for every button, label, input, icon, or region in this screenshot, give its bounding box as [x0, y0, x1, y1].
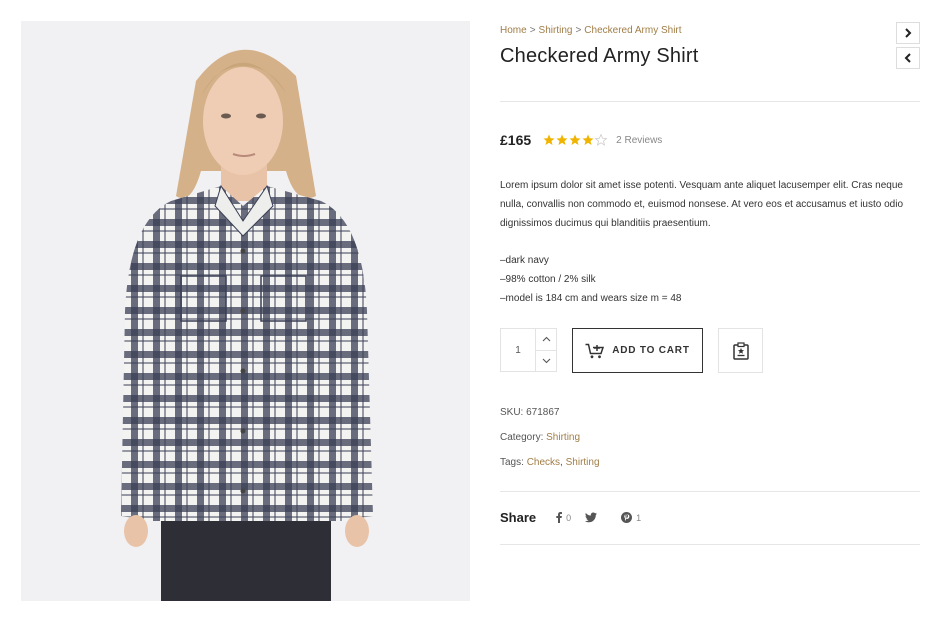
quantity-stepper	[500, 328, 557, 372]
divider	[500, 101, 920, 102]
share-label: Share	[500, 510, 537, 525]
category-row: Category: Shirting	[500, 432, 580, 443]
feature-item: –dark navy	[500, 255, 549, 266]
category-link[interactable]: Shirting	[546, 432, 580, 443]
breadcrumb: Home > Shirting > Checkered Army Shirt	[500, 25, 682, 36]
divider	[500, 491, 920, 492]
star-filled-icon	[556, 134, 568, 145]
prev-product-button[interactable]	[896, 47, 920, 69]
sku-value: 671867	[526, 407, 560, 418]
twitter-share-button[interactable]	[585, 512, 598, 523]
star-empty-icon	[595, 134, 608, 146]
sku-row: SKU: 671867	[500, 407, 560, 418]
chevron-right-icon	[905, 28, 912, 38]
breadcrumb-separator: >	[575, 25, 582, 36]
price-rating-row: £165 2 Reviews	[500, 132, 662, 148]
wishlist-button[interactable]	[718, 328, 763, 373]
pinterest-share-button[interactable]: 1	[621, 512, 641, 523]
breadcrumb-current: Checkered Army Shirt	[584, 25, 682, 36]
quantity-arrows	[535, 329, 556, 371]
breadcrumb-separator: >	[529, 25, 536, 36]
product-description: Lorem ipsum dolor sit amet isse potenti.…	[500, 180, 904, 229]
divider	[500, 544, 920, 545]
share-row: Share 0 1	[500, 510, 655, 525]
next-product-button[interactable]	[896, 22, 920, 44]
star-filled-icon	[543, 134, 555, 145]
add-to-cart-label: ADD TO CART	[612, 345, 690, 356]
clipboard-star-icon	[732, 341, 749, 360]
tag-link[interactable]: Checks	[527, 457, 560, 468]
twitter-icon	[585, 512, 598, 523]
star-rating	[543, 134, 608, 146]
facebook-icon	[556, 512, 563, 523]
product-features: –dark navy –98% cotton / 2% silk –model …	[500, 251, 681, 308]
star-filled-icon	[569, 134, 581, 145]
chevron-left-icon	[904, 53, 911, 63]
product-title: Checkered Army Shirt	[500, 45, 699, 67]
feature-item: –98% cotton / 2% silk	[500, 274, 596, 285]
product-photo	[121, 49, 373, 601]
pinterest-icon	[621, 512, 633, 523]
product-image[interactable]	[21, 21, 470, 601]
tag-separator: ,	[560, 457, 563, 468]
quantity-input[interactable]	[501, 329, 535, 371]
category-label: Category:	[500, 432, 544, 443]
chevron-up-icon	[542, 336, 550, 342]
cart-plus-icon	[585, 343, 605, 358]
breadcrumb-shirting[interactable]: Shirting	[539, 25, 573, 36]
product-navigation	[896, 22, 920, 72]
sku-label: SKU:	[500, 407, 524, 418]
product-price: £165	[500, 132, 532, 148]
facebook-share-button[interactable]: 0	[556, 512, 571, 523]
tag-link[interactable]: Shirting	[566, 457, 600, 468]
add-to-cart-button[interactable]: ADD TO CART	[572, 328, 703, 373]
quantity-decrease-button[interactable]	[536, 349, 556, 372]
quantity-increase-button[interactable]	[536, 329, 556, 350]
facebook-count: 0	[566, 512, 572, 523]
tags-row: Tags: Checks, Shirting	[500, 457, 600, 468]
star-filled-icon	[582, 134, 594, 145]
feature-item: –model is 184 cm and wears size m = 48	[500, 293, 682, 304]
tags-label: Tags:	[500, 457, 524, 468]
pinterest-count: 1	[636, 512, 642, 523]
chevron-down-icon	[542, 358, 550, 364]
breadcrumb-home[interactable]: Home	[500, 25, 527, 36]
reviews-link[interactable]: 2 Reviews	[616, 135, 662, 146]
